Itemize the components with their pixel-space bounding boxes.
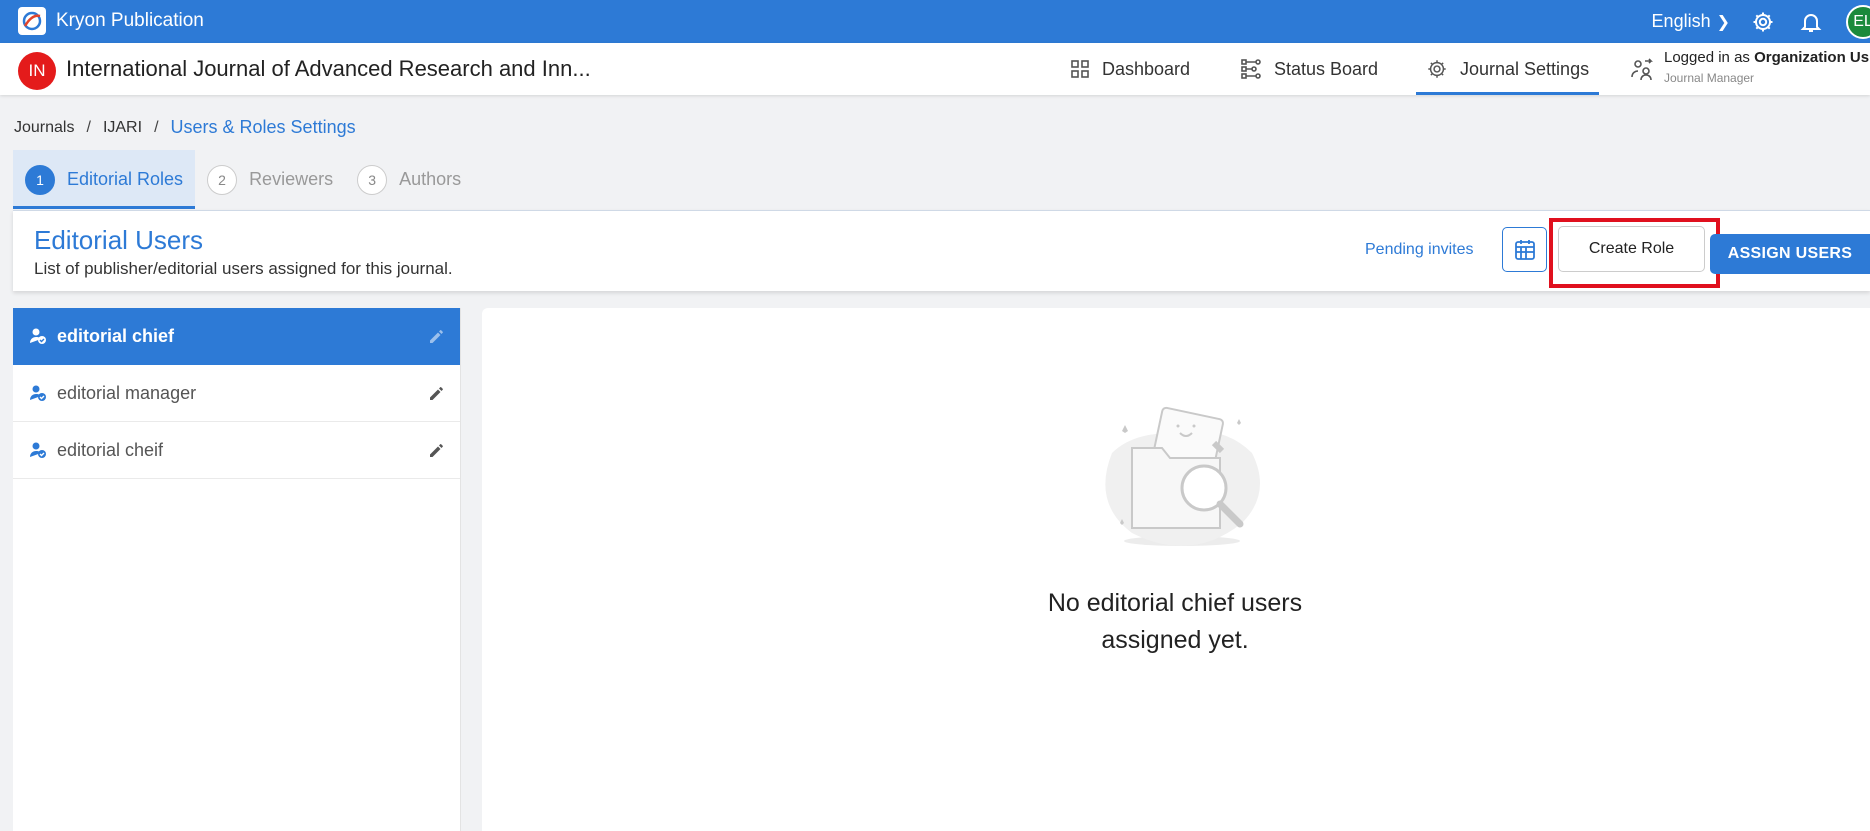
nav-journal-settings[interactable]: Journal Settings: [1416, 43, 1600, 95]
step-number: 3: [357, 164, 388, 195]
list-item[interactable]: editorial chief: [13, 308, 460, 365]
nav-journal-settings-label: Journal Settings: [1460, 58, 1590, 79]
tab-editorial-roles[interactable]: 1 Editorial Roles: [13, 150, 196, 209]
journal-avatar: IN: [18, 52, 56, 90]
empty-folder-illustration: [1105, 406, 1260, 546]
nav-dashboard[interactable]: Dashboard: [1070, 43, 1190, 95]
breadcrumb-journals[interactable]: Journals: [14, 119, 74, 137]
edit-pencil-icon[interactable]: [428, 327, 446, 350]
empty-state-line-2: assigned yet.: [1101, 626, 1249, 654]
bell-icon[interactable]: [1798, 9, 1824, 35]
logged-in-prefix: Logged in as: [1664, 49, 1755, 66]
brand[interactable]: Kryon Publication: [18, 6, 204, 36]
edit-pencil-icon[interactable]: [428, 384, 446, 407]
breadcrumb-current: Users & Roles Settings: [170, 117, 356, 137]
switch-user-icon: [1631, 58, 1653, 81]
calendar-grid-icon: [1514, 239, 1535, 260]
journal-header: IN International Journal of Advanced Res…: [0, 43, 1870, 95]
language-selector[interactable]: English ❯: [1652, 11, 1730, 32]
tab-label: Editorial Roles: [67, 169, 184, 189]
status-board-icon: [1241, 59, 1261, 79]
step-number: 1: [25, 164, 55, 195]
edit-pencil-icon[interactable]: [428, 441, 446, 464]
card-subtitle: List of publisher/editorial users assign…: [34, 259, 453, 278]
pending-invites-link[interactable]: Pending invites: [1365, 241, 1474, 259]
logged-in-user: Organization Us: [1754, 49, 1870, 66]
users-panel: No editorial chief users assigned yet.: [482, 308, 1870, 831]
gear-icon[interactable]: [1750, 9, 1776, 35]
language-label: English: [1651, 11, 1711, 31]
kryon-logo-icon: [18, 7, 46, 35]
list-item[interactable]: editorial cheif: [13, 422, 460, 479]
logged-in-role: Journal Manager: [1664, 71, 1755, 85]
dashboard-icon: [1071, 60, 1089, 78]
breadcrumb-ijari[interactable]: IJARI: [103, 119, 142, 137]
user-check-icon: [29, 327, 47, 345]
settings-gear-icon: [1428, 60, 1446, 78]
breadcrumb-separator: /: [86, 118, 91, 136]
tab-label: Reviewers: [249, 169, 334, 189]
user-check-icon: [29, 441, 47, 459]
empty-state-line-1: No editorial chief users: [1047, 589, 1303, 617]
user-check-icon: [29, 384, 47, 402]
tab-authors[interactable]: 3 Authors: [345, 150, 473, 209]
table-view-button[interactable]: [1502, 227, 1547, 272]
role-label: editorial chief: [57, 325, 175, 346]
create-role-button[interactable]: Create Role: [1558, 226, 1705, 272]
empty-state-message: No editorial chief users assigned yet.: [982, 585, 1368, 659]
role-tabs: 1 Editorial Roles 2 Reviewers 3 Authors: [13, 150, 473, 209]
card-title: Editorial Users: [34, 225, 204, 255]
nav-status-board-label: Status Board: [1274, 58, 1379, 79]
nav-dashboard-label: Dashboard: [1102, 58, 1191, 79]
breadcrumb: Journals / IJARI / Users & Roles Setting…: [14, 117, 356, 138]
journal-title[interactable]: International Journal of Advanced Resear…: [66, 56, 591, 82]
nav-status-board[interactable]: Status Board: [1240, 43, 1378, 95]
editorial-users-card: Editorial Users List of publisher/editor…: [13, 210, 1870, 291]
step-number: 2: [207, 164, 238, 195]
user-avatar[interactable]: EL: [1846, 4, 1870, 39]
tab-reviewers[interactable]: 2 Reviewers: [195, 150, 345, 209]
tab-label: Authors: [399, 169, 462, 189]
chevron-right-icon: ❯: [1716, 13, 1730, 31]
top-app-bar: Kryon Publication English ❯ EL: [0, 0, 1870, 43]
breadcrumb-separator: /: [154, 118, 159, 136]
logged-in-text: Logged in as Organization Us: [1664, 49, 1869, 66]
list-item[interactable]: editorial manager: [13, 365, 460, 422]
role-label: editorial manager: [57, 382, 197, 403]
brand-name: Kryon Publication: [56, 10, 204, 31]
roles-list: editorial chief editorial manager editor…: [13, 308, 461, 831]
assign-users-button[interactable]: ASSIGN USERS: [1710, 234, 1870, 274]
role-label: editorial cheif: [57, 439, 164, 460]
